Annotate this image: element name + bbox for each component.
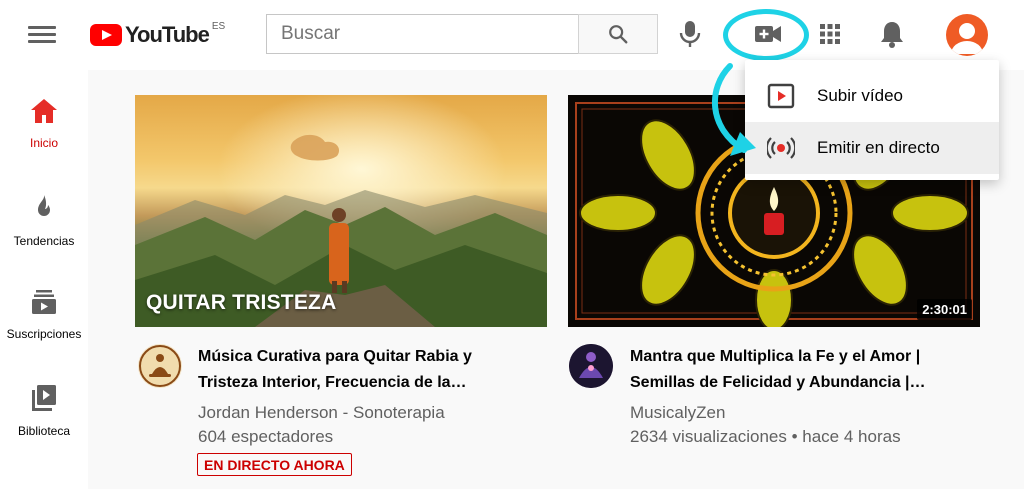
logo-text: YouTube bbox=[125, 22, 210, 47]
search-input[interactable] bbox=[266, 14, 578, 54]
sidebar-item-tendencias[interactable]: Tendencias bbox=[0, 194, 88, 274]
create-video-icon bbox=[755, 26, 781, 42]
channel-name[interactable]: MusicalyZen bbox=[630, 403, 725, 423]
create-menu: Subir vídeo Emitir en directo bbox=[745, 60, 999, 180]
subscriptions-icon bbox=[32, 290, 56, 314]
go-live-menu-item[interactable]: Emitir en directo bbox=[745, 122, 999, 174]
sidebar: Inicio Tendencias Suscripciones Bibliote… bbox=[0, 70, 88, 489]
live-badge: EN DIRECTO AHORA bbox=[197, 453, 352, 476]
search-button[interactable] bbox=[578, 14, 658, 54]
sidebar-item-label: Biblioteca bbox=[17, 424, 71, 438]
create-button[interactable] bbox=[751, 17, 785, 51]
youtube-logo[interactable]: YouTube ES bbox=[90, 21, 225, 49]
mic-icon bbox=[679, 21, 701, 47]
youtube-play-logo-icon bbox=[90, 24, 122, 46]
flame-icon bbox=[38, 195, 50, 216]
apps-icon bbox=[820, 24, 840, 44]
video-title-line: Mantra que Multiplica la Fe y el Amor | bbox=[630, 348, 921, 365]
sidebar-item-suscripciones[interactable]: Suscripciones bbox=[0, 289, 88, 369]
account-avatar[interactable] bbox=[946, 14, 988, 56]
search-bar bbox=[266, 14, 658, 54]
video-title-line: Música Curativa para Quitar Rabia y bbox=[198, 348, 472, 365]
home-icon bbox=[31, 99, 57, 123]
menu-item-label: Emitir en directo bbox=[817, 138, 940, 157]
sidebar-item-biblioteca[interactable]: Biblioteca bbox=[0, 384, 88, 464]
sidebar-item-inicio[interactable]: Inicio bbox=[0, 98, 88, 178]
thumbnail-caption: QUITAR TRISTEZA bbox=[146, 291, 337, 314]
channel-avatar[interactable] bbox=[138, 344, 182, 388]
video-title-line: Semillas de Felicidad y Abundancia |… bbox=[630, 374, 926, 391]
video-thumbnail[interactable]: QUITAR TRISTEZA bbox=[135, 95, 547, 327]
channel-avatar[interactable] bbox=[569, 344, 613, 388]
meditation-avatar-icon bbox=[139, 345, 181, 387]
library-icon bbox=[32, 385, 56, 411]
channel-name[interactable]: Jordan Henderson - Sonoterapia bbox=[198, 403, 445, 423]
video-stats: 2634 visualizaciones • hace 4 horas bbox=[630, 427, 901, 446]
account-icon bbox=[951, 23, 983, 54]
sidebar-item-label: Inicio bbox=[29, 136, 58, 150]
video-title[interactable]: Mantra que Multiplica la Fe y el Amor | … bbox=[630, 344, 970, 396]
go-live-icon bbox=[767, 137, 795, 159]
menu-icon[interactable] bbox=[28, 22, 56, 46]
notifications-button[interactable] bbox=[875, 17, 909, 51]
voice-search-button[interactable] bbox=[673, 17, 707, 51]
video-stats: 604 espectadores bbox=[198, 427, 334, 446]
search-icon bbox=[609, 25, 628, 44]
menu-item-label: Subir vídeo bbox=[817, 86, 903, 105]
logo-country-code: ES bbox=[211, 20, 226, 32]
upload-video-menu-item[interactable]: Subir vídeo bbox=[745, 70, 999, 122]
video-duration: 2:30:01 bbox=[917, 299, 972, 320]
sidebar-item-label: Suscripciones bbox=[6, 327, 82, 341]
apps-button[interactable] bbox=[813, 17, 847, 51]
upload-video-icon bbox=[767, 83, 795, 109]
video-title-line: Tristeza Interior, Frecuencia de la… bbox=[198, 374, 467, 391]
bell-icon bbox=[881, 22, 903, 48]
video-title[interactable]: Música Curativa para Quitar Rabia y Tris… bbox=[198, 344, 518, 396]
sidebar-item-label: Tendencias bbox=[13, 234, 75, 248]
meditation-avatar-icon bbox=[569, 344, 613, 388]
